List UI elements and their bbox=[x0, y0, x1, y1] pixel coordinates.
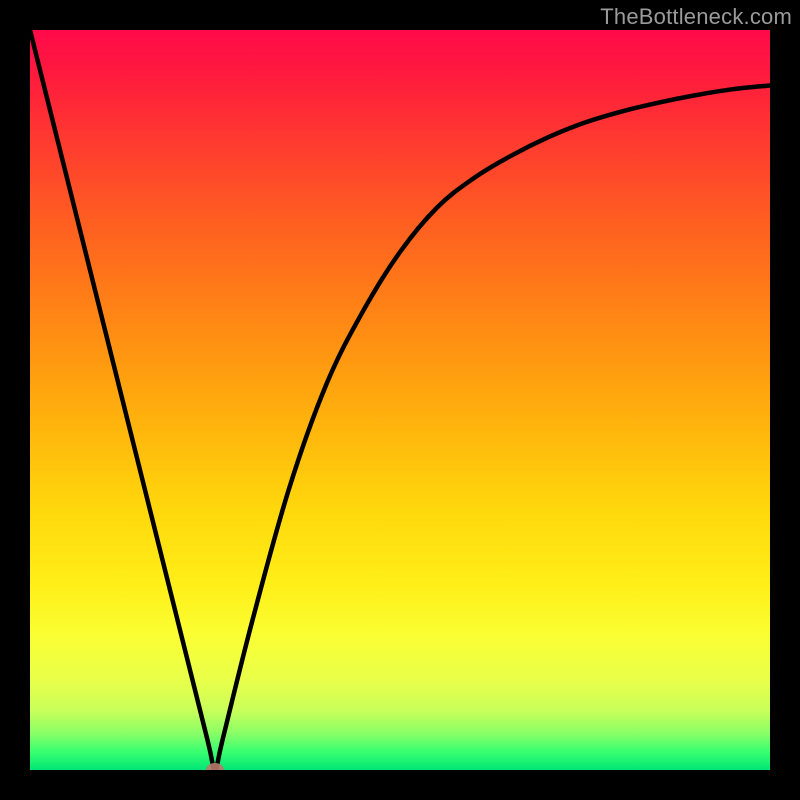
minimum-marker bbox=[206, 763, 224, 770]
curve-layer bbox=[30, 30, 770, 770]
plot-area bbox=[30, 30, 770, 770]
chart-frame: TheBottleneck.com bbox=[0, 0, 800, 800]
bottleneck-curve bbox=[30, 30, 770, 770]
watermark-label: TheBottleneck.com bbox=[600, 4, 792, 30]
